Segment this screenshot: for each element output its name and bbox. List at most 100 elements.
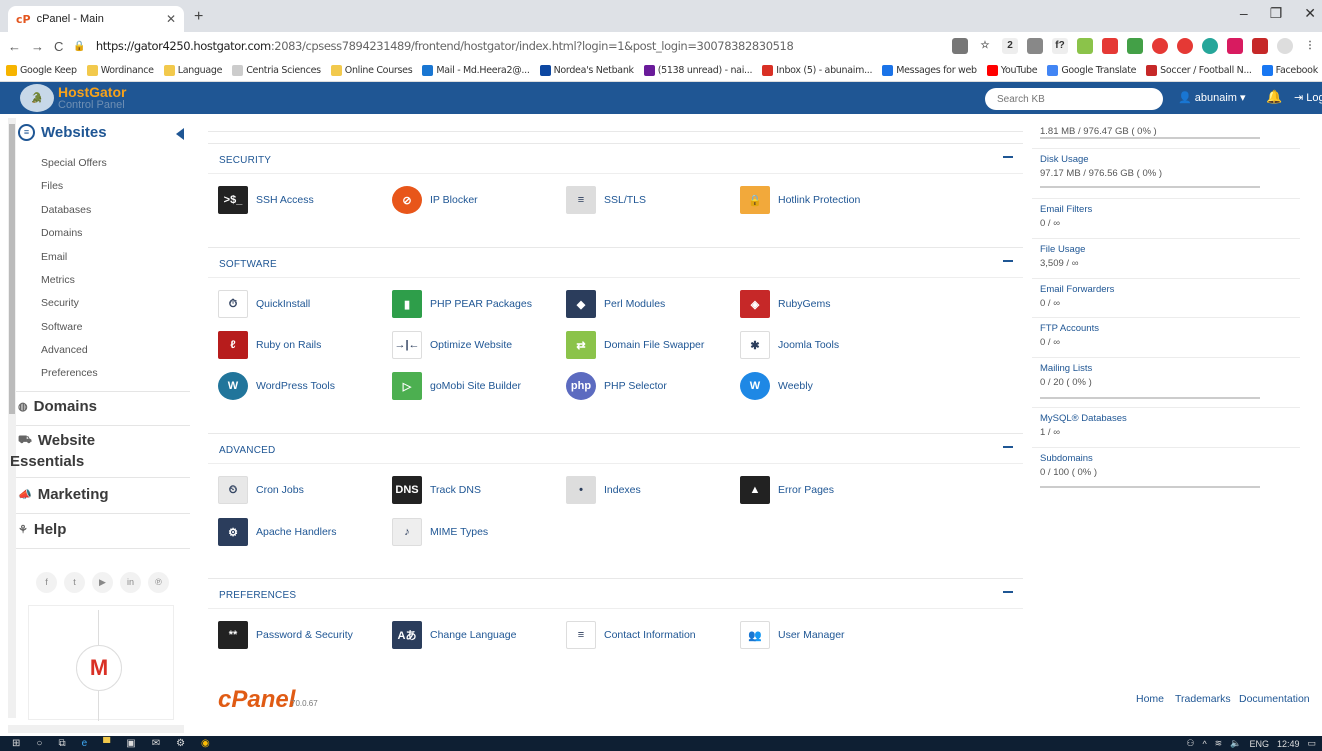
sidebar-item-metrics[interactable]: Metrics [41, 274, 75, 286]
stat-label[interactable]: Subdomains [1040, 453, 1097, 464]
close-tab-icon[interactable]: ✕ [166, 12, 176, 26]
extension-icon[interactable] [1252, 38, 1268, 54]
footer-home-link[interactable]: Home [1136, 693, 1164, 705]
collapse-security-icon[interactable] [1003, 156, 1013, 158]
people-icon[interactable]: ⚇ [1186, 738, 1194, 749]
tool-ssl-tls[interactable]: ≡ SSL/TLS [566, 186, 646, 214]
sidebar-item-databases[interactable]: Databases [41, 204, 91, 216]
extension-icon[interactable] [1227, 38, 1243, 54]
tool-cron-jobs[interactable]: ⏲ Cron Jobs [218, 476, 304, 504]
user-menu[interactable]: 👤 abunaim ▾ [1178, 91, 1246, 104]
tool-contact-information[interactable]: ≡ Contact Information [566, 621, 696, 649]
tool-gomobi-site-builder[interactable]: ▷ goMobi Site Builder [392, 372, 521, 400]
search-kb-input[interactable] [985, 88, 1163, 110]
settings-icon[interactable]: ⚙ [176, 738, 185, 749]
edge-icon[interactable]: e [82, 738, 88, 749]
sidebar-websites[interactable]: ≡ Websites [18, 124, 107, 141]
back-icon[interactable]: ← [8, 39, 21, 54]
collapse-icon[interactable] [176, 128, 184, 140]
browser-tab[interactable]: cP cPanel - Main ✕ [8, 6, 184, 32]
extension-icon[interactable] [1127, 38, 1143, 54]
extension-icon[interactable] [1152, 38, 1168, 54]
chevron-up-icon[interactable]: ^ [1202, 739, 1206, 749]
sidebar-item-security[interactable]: Security [41, 297, 79, 309]
bookmark-item[interactable]: Messages for web [882, 65, 977, 76]
notifications-icon[interactable]: ▭ [1307, 738, 1316, 749]
bookmark-item[interactable]: Language [163, 65, 222, 76]
footer-trademarks-link[interactable]: Trademarks [1175, 693, 1231, 705]
search-icon[interactable]: ○ [36, 738, 42, 749]
task-view-icon[interactable]: ⧉ [58, 738, 65, 749]
store-icon[interactable]: ▣ [126, 738, 135, 749]
logout-link[interactable]: ⇥ Logout [1294, 91, 1322, 104]
stat-label[interactable]: FTP Accounts [1040, 323, 1099, 334]
bookmark-item[interactable]: Online Courses [330, 65, 413, 76]
tool-mime-types[interactable]: ♪ MIME Types [392, 518, 488, 546]
restore-icon[interactable]: ❐ [1270, 5, 1283, 22]
tool-hotlink-protection[interactable]: 🔒 Hotlink Protection [740, 186, 860, 214]
linkedin-icon[interactable]: in [120, 572, 141, 593]
sidebar-item-advanced[interactable]: Advanced [41, 344, 88, 356]
tool-quickinstall[interactable]: ⏱ QuickInstall [218, 290, 310, 318]
extension-icon[interactable]: 2 [1002, 38, 1018, 54]
youtube-icon[interactable]: ▶ [92, 572, 113, 593]
extension-icon[interactable] [1102, 38, 1118, 54]
extension-icon[interactable] [1202, 38, 1218, 54]
stat-label[interactable]: MySQL® Databases [1040, 413, 1127, 424]
tool-joomla-tools[interactable]: ✱ Joomla Tools [740, 331, 839, 359]
tool-ip-blocker[interactable]: ⊘ IP Blocker [392, 186, 478, 214]
sidebar-item-special-offers[interactable]: Special Offers [41, 157, 107, 169]
reload-icon[interactable]: C [54, 39, 63, 54]
new-tab-icon[interactable]: + [194, 8, 203, 26]
sidebar-scroll-thumb[interactable] [9, 124, 15, 414]
sidebar-help[interactable]: ⚘ Help [18, 521, 66, 538]
sidebar-item-email[interactable]: Email [41, 251, 67, 263]
menu-icon[interactable]: ⋮ [1302, 38, 1318, 54]
facebook-icon[interactable]: f [36, 572, 57, 593]
bookmark-item[interactable]: Wordinance [86, 65, 154, 76]
tool-password-security[interactable]: ** Password & Security [218, 621, 353, 649]
collapse-software-icon[interactable] [1003, 260, 1013, 262]
tool-indexes[interactable]: • Indexes [566, 476, 641, 504]
forward-icon[interactable]: → [31, 39, 44, 54]
gmail-icon[interactable]: M [76, 645, 122, 691]
stat-label[interactable]: Disk Usage [1040, 154, 1162, 165]
profile-icon[interactable] [1277, 38, 1293, 54]
tool-rubygems[interactable]: ◈ RubyGems [740, 290, 831, 318]
bookmark-item[interactable]: Google Translate [1047, 65, 1136, 76]
sidebar-marketing[interactable]: 📣 Marketing [18, 486, 109, 503]
tool-change-language[interactable]: Aあ Change Language [392, 621, 516, 649]
sidebar-essentials[interactable]: Essentials [10, 453, 84, 470]
tool-domain-file-swapper[interactable]: ⇄ Domain File Swapper [566, 331, 704, 359]
url-field[interactable]: https://gator4250.hostgator.com:2083/cps… [96, 39, 794, 53]
stat-label[interactable]: Email Filters [1040, 204, 1092, 215]
pinterest-icon[interactable]: ℗ [148, 572, 169, 593]
star-icon[interactable]: ☆ [977, 38, 993, 54]
bookmark-item[interactable]: Mail - Md.Heera2@... [422, 65, 530, 76]
extension-icon[interactable] [1027, 38, 1043, 54]
tool-weebly[interactable]: W Weebly [740, 372, 813, 400]
adblock-icon[interactable] [1177, 38, 1193, 54]
bookmark-item[interactable]: Nordea's Netbank [539, 65, 634, 76]
tool-track-dns[interactable]: DNS Track DNS [392, 476, 481, 504]
translate-icon[interactable] [952, 38, 968, 54]
file-explorer-icon[interactable]: ▀ [103, 738, 110, 749]
tool-perl-modules[interactable]: ◆ Perl Modules [566, 290, 665, 318]
bookmark-item[interactable]: Soccer / Football N... [1146, 65, 1252, 76]
clock[interactable]: 12:49 [1277, 739, 1300, 749]
twitter-icon[interactable]: t [64, 572, 85, 593]
volume-icon[interactable]: 🔈 [1230, 738, 1241, 749]
stat-label[interactable]: Mailing Lists [1040, 363, 1092, 374]
sidebar-item-domains[interactable]: Domains [41, 227, 82, 239]
stat-label[interactable]: File Usage [1040, 244, 1085, 255]
bookmark-item[interactable]: Facebook [1261, 65, 1318, 76]
close-window-icon[interactable]: ✕ [1304, 5, 1316, 22]
bookmark-item[interactable]: Google Keep [6, 65, 77, 76]
extension-icon[interactable]: f? [1052, 38, 1068, 54]
bookmark-item[interactable]: Centria Sciences [232, 65, 321, 76]
bell-icon[interactable]: 🔔 [1266, 89, 1282, 105]
bookmark-item[interactable]: Inbox (5) - abunaim... [762, 65, 873, 76]
sidebar-item-software[interactable]: Software [41, 321, 82, 333]
chrome-icon[interactable]: ◉ [201, 738, 210, 749]
stat-label[interactable]: Email Forwarders [1040, 284, 1114, 295]
